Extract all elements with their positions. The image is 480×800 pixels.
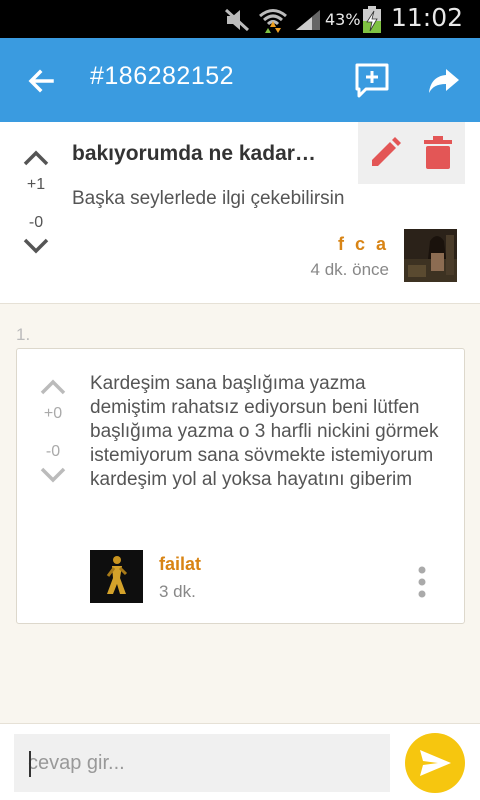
clock: 11:02 [391, 3, 464, 32]
upvote-chevron-icon[interactable] [40, 379, 66, 395]
reply-upvote-count: +0 [43, 405, 63, 422]
topic-actions [358, 122, 465, 184]
battery-percent: 43% [325, 10, 361, 29]
mute-icon [224, 8, 250, 32]
downvote-count: -0 [28, 214, 44, 231]
edit-pencil-icon[interactable] [368, 136, 402, 170]
reply-card: +0 -0 Kardeşim sana başlığıma yazma demi… [16, 348, 465, 624]
upvote-chevron-icon[interactable] [23, 150, 49, 166]
app-bar: #186282152 [0, 38, 480, 122]
reply-author-avatar[interactable] [90, 550, 143, 603]
wifi-icon [259, 9, 287, 33]
reply-index: 1. [16, 325, 31, 344]
text-caret [29, 751, 31, 777]
topic-author[interactable]: f c a [338, 234, 389, 255]
status-bar: 43% 11:02 [0, 0, 480, 38]
reply-composer [0, 723, 480, 800]
delete-trash-icon[interactable] [422, 136, 454, 170]
topic-time: 4 dk. önce [310, 260, 389, 279]
topic-vote-column: +1 -0 [16, 122, 56, 254]
add-comment-icon[interactable] [352, 60, 392, 100]
page-title: #186282152 [90, 62, 235, 90]
signal-icon [296, 10, 320, 30]
reply-vote-column: +0 -0 [33, 373, 73, 483]
topic-author-avatar[interactable] [404, 229, 457, 282]
reply-downvote-count: -0 [45, 443, 61, 460]
reply-text: Kardeşim sana başlığıma yazma demiştim r… [90, 373, 439, 490]
topic-card: +1 -0 bakıyorumda ne kadar… Başka seyler… [0, 122, 480, 304]
topic-title: bakıyorumda ne kadar… [72, 142, 316, 165]
back-arrow-icon[interactable] [22, 62, 60, 100]
reply-time: 3 dk. [159, 582, 196, 601]
share-icon[interactable] [424, 60, 464, 100]
send-button[interactable] [405, 733, 465, 793]
downvote-chevron-icon[interactable] [23, 238, 49, 254]
reply-input[interactable] [14, 734, 390, 792]
battery-charging-icon [363, 6, 381, 33]
reply-author[interactable]: failat [159, 554, 201, 575]
more-options-icon[interactable] [413, 565, 431, 599]
upvote-count: +1 [26, 176, 46, 193]
send-icon [420, 750, 451, 776]
topic-description: Başka seylerlede ilgi çekebilirsin [72, 188, 345, 209]
downvote-chevron-icon[interactable] [40, 467, 66, 483]
